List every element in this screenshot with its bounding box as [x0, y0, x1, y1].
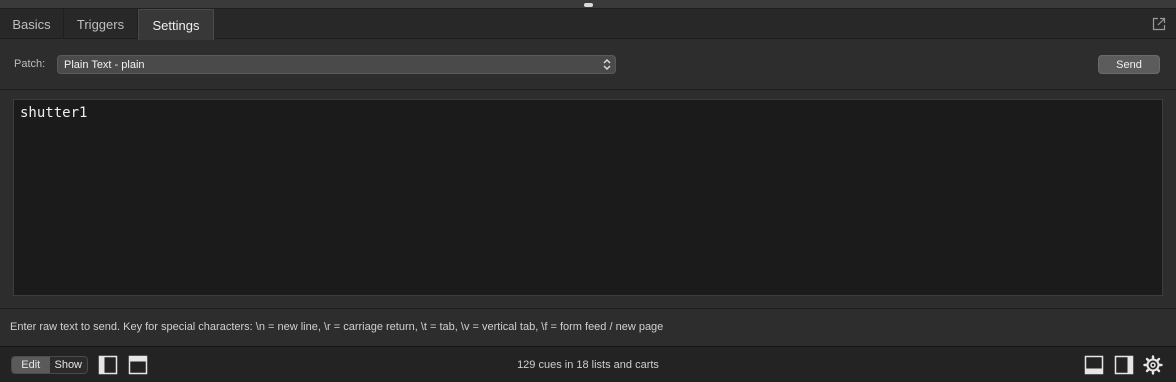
send-button[interactable]: Send: [1098, 55, 1160, 74]
left-panel-toggle-icon[interactable]: [98, 355, 118, 375]
cue-inspector-window: Basics Triggers Settings Patch: Plain Te…: [0, 0, 1176, 382]
bottom-panel-toggle-icon[interactable]: [1084, 355, 1104, 375]
show-mode-button[interactable]: Show: [49, 357, 87, 373]
tab-basics[interactable]: Basics: [0, 9, 64, 39]
divider: [0, 308, 1176, 309]
tab-triggers[interactable]: Triggers: [64, 9, 138, 39]
edit-mode-button[interactable]: Edit: [12, 357, 50, 373]
gear-icon[interactable]: [1143, 355, 1163, 375]
special-characters-help: Enter raw text to send. Key for special …: [10, 321, 664, 333]
top-panel-toggle-icon[interactable]: [128, 355, 148, 375]
right-panel-toggle-icon[interactable]: [1114, 355, 1134, 375]
raw-text-editor[interactable]: shutter1: [13, 99, 1163, 296]
resize-strip[interactable]: [0, 0, 1176, 9]
patch-select[interactable]: Plain Text - plain: [57, 55, 616, 74]
tab-bar: Basics Triggers Settings: [0, 9, 1176, 40]
patch-select-value: Plain Text - plain: [64, 58, 145, 71]
divider: [0, 89, 1176, 90]
workspace-footer: Edit Show 129 cues in 18 lists and carts: [0, 346, 1176, 382]
popout-icon[interactable]: [1152, 17, 1166, 31]
drag-handle[interactable]: [584, 3, 593, 7]
updown-chevron-icon: [603, 59, 611, 70]
cue-count-status: 129 cues in 18 lists and carts: [517, 359, 659, 371]
patch-label: Patch:: [14, 58, 46, 70]
edit-show-mode-toggle: Edit Show: [11, 356, 88, 374]
tab-settings[interactable]: Settings: [138, 9, 214, 40]
